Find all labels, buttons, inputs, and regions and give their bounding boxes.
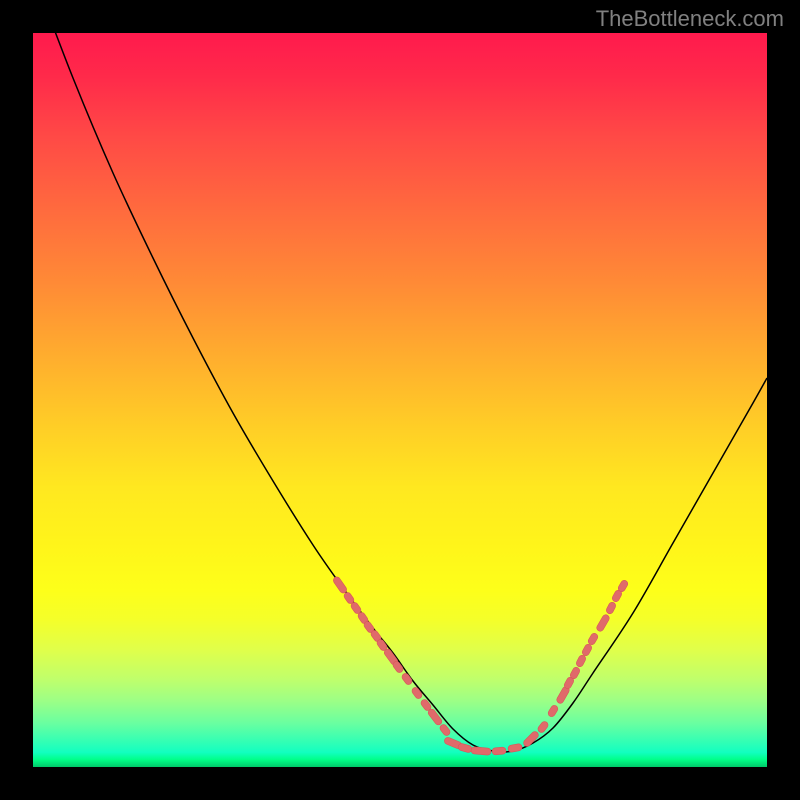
curve-marker <box>471 747 492 756</box>
curve-marker <box>575 654 587 668</box>
marker-cluster-bottom <box>443 736 522 755</box>
curve-marker <box>522 730 540 748</box>
curve-marker <box>492 747 507 755</box>
chart-plot-area <box>33 33 767 767</box>
curve-marker <box>587 632 599 646</box>
curve-marker <box>581 643 593 657</box>
marker-cluster-left <box>332 576 451 737</box>
curve-marker <box>605 601 617 615</box>
bottleneck-curve <box>33 33 767 752</box>
curve-marker <box>537 720 550 734</box>
chart-svg <box>33 33 767 767</box>
curve-marker <box>332 576 348 595</box>
curve-marker <box>507 743 522 752</box>
curve-marker <box>547 704 559 718</box>
attribution-text: TheBottleneck.com <box>596 6 784 32</box>
curve-marker <box>401 672 414 686</box>
marker-cluster-right <box>522 579 629 748</box>
curve-marker <box>427 708 443 727</box>
curve-marker <box>411 686 424 700</box>
curve-marker <box>595 613 610 632</box>
